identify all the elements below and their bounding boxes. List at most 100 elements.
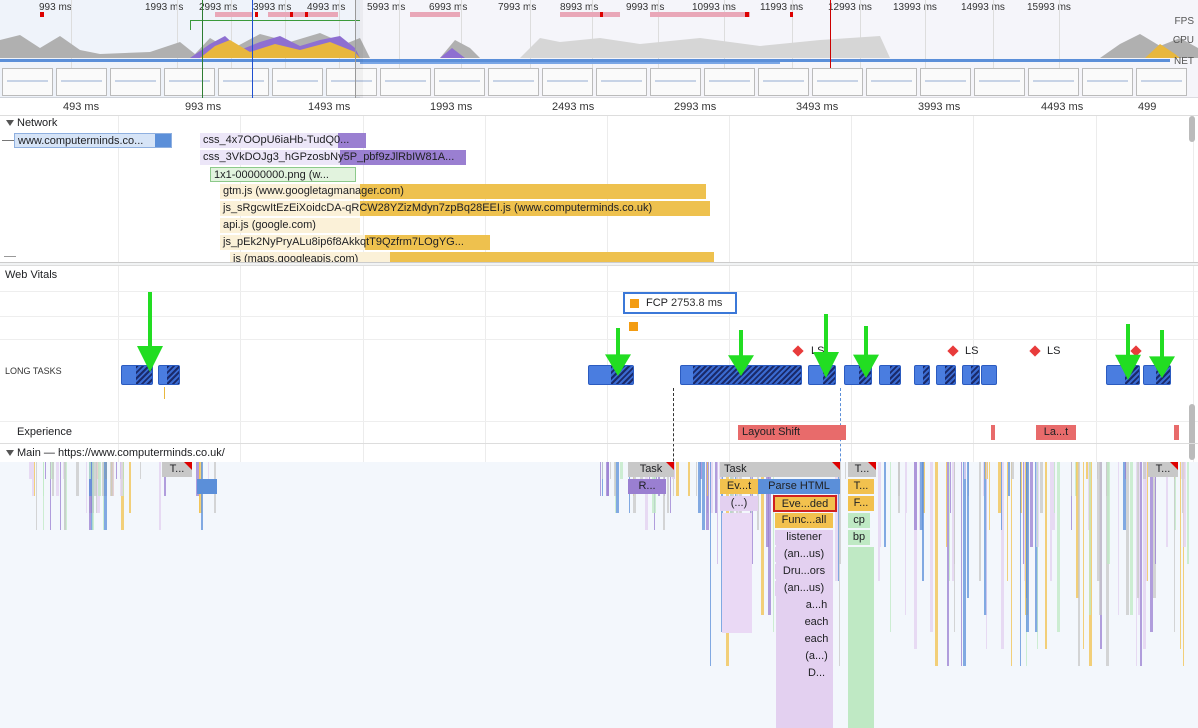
flame-sliver [675,462,679,496]
flame-an-us-2[interactable]: (an...us) [775,581,833,596]
filmstrip-frame[interactable] [650,68,701,96]
flame-func-all[interactable]: Func...all [775,513,833,528]
flame-cp[interactable]: cp [848,513,870,528]
ls-marker[interactable] [792,345,804,357]
flame-anon[interactable]: (...) [720,496,758,511]
flame-f[interactable]: F... [848,496,874,511]
network-scrollbar[interactable] [1189,116,1195,142]
filmstrip-frame[interactable] [218,68,269,96]
long-task-bar[interactable] [879,365,901,385]
frame-preview-line [601,80,642,82]
flame-sliver [34,462,36,496]
request-css-2[interactable]: css_3VkDOJg3_hGPzosbNy5P_pbf9zJlRbIW81A.… [200,150,466,165]
flame-each[interactable]: each [800,615,833,630]
flame-sliver [1044,462,1047,649]
flame-bp[interactable]: bp [848,530,870,545]
layout-shift-bar-small[interactable] [991,425,995,440]
flame-sliver [63,462,66,530]
long-task-bar[interactable] [962,365,980,385]
filmstrip-frame[interactable] [2,68,53,96]
flame-ev-t[interactable]: Ev...t [720,479,758,494]
filmstrip-frame[interactable] [272,68,323,96]
flame-parse-html[interactable]: Parse HTML [758,479,840,494]
main-expand-icon[interactable] [6,450,14,456]
flame-sliver [1053,462,1055,513]
overview-window-right[interactable] [252,0,253,98]
flame-sliver [982,462,984,496]
request-api[interactable]: api.js (google.com) [220,218,360,233]
filmstrip-frame[interactable] [596,68,647,96]
filmstrip-frame[interactable] [866,68,917,96]
flame-loading[interactable] [197,479,217,494]
network-expand-icon[interactable] [6,120,14,126]
flame-dru-ors[interactable]: Dru...ors [775,564,833,579]
frame-preview-line [439,80,480,82]
ruler-tick: 3493 ms [796,101,839,113]
long-task-bar[interactable] [936,365,956,385]
tracks-scrollbar[interactable] [1189,404,1195,460]
flame-a-h[interactable]: a...h [800,598,833,613]
flame-an-us[interactable]: (an...us) [775,547,833,562]
flame-sliver [898,462,901,513]
flame-task-main[interactable]: Task [720,462,840,477]
filmstrip-frame[interactable] [704,68,755,96]
flame-each[interactable]: each [800,632,833,647]
layout-shift-bar-2[interactable]: La...t [1036,425,1076,440]
ruler-tick: 3993 ms [918,101,961,113]
long-task-bar[interactable] [981,365,997,385]
filmstrip-frame[interactable] [380,68,431,96]
request-maps[interactable]: js (maps.googleapis.com) [230,252,714,262]
request-gtm[interactable]: gtm.js (www.googletagmanager.com) [220,184,706,199]
flame-d[interactable]: D... [800,666,833,681]
filmstrip-frame[interactable] [542,68,593,96]
layout-shift-bar[interactable]: Layout Shift [738,425,846,440]
fcp-marker-icon [630,299,639,308]
ls-marker[interactable] [1029,345,1041,357]
long-task-bar[interactable] [914,365,930,385]
frame-preview-line [331,80,372,82]
request-document[interactable]: www.computerminds.co... [14,133,172,148]
main-thread-title[interactable]: Main — https://www.computerminds.co.uk/ [17,447,225,459]
request-js-1[interactable]: js_sRgcwItEzEiXoidcDA-qRCW28YZizMdyn7zpB… [220,201,710,216]
flame-sliver [59,462,61,530]
filmstrip-frame[interactable] [488,68,539,96]
fcp-tooltip[interactable]: FCP 2753.8 ms [623,292,737,314]
filmstrip-frame[interactable] [1028,68,1079,96]
filmstrip-frame[interactable] [1082,68,1133,96]
flame-sliver [1029,462,1033,547]
filmstrip-frame[interactable] [164,68,215,96]
flame-sliver [85,462,87,513]
frame-preview-line [385,80,426,82]
filmstrip-frame[interactable] [974,68,1025,96]
request-css-1[interactable]: css_4x7OOpU6iaHb-TudQ0... [200,133,366,148]
filmstrip-frame[interactable] [1136,68,1187,96]
flame-a[interactable]: (a...) [800,649,833,664]
flame-r[interactable]: R... [628,479,666,494]
flame-listener[interactable]: listener [775,530,833,545]
flame-sliver [201,462,204,530]
network-title[interactable]: Network [17,117,57,129]
net-label: NET [1174,56,1194,67]
overview-handle-left[interactable] [355,0,363,98]
layout-shift-bar-3[interactable] [1174,425,1179,440]
filmstrip-frame[interactable] [110,68,161,96]
filmstrip-frame[interactable] [434,68,485,96]
long-task-overflow [971,366,979,384]
overview-window-left[interactable] [202,0,203,98]
flame-eve-ded[interactable]: Eve...ded [773,495,837,512]
filmstrip-frame[interactable] [758,68,809,96]
layout-shift-label: Layout Shift [742,426,801,438]
request-png[interactable]: 1x1-00000000.png (w... [210,167,356,182]
flame-sliver [953,462,955,632]
timeline-ruler[interactable]: 493 ms 993 ms 1493 ms 1993 ms 2493 ms 2993 ms… [0,98,1198,116]
filmstrip-frame[interactable] [920,68,971,96]
ls-marker[interactable] [947,345,959,357]
frame-preview-line [547,80,588,82]
filmstrip-frame[interactable] [812,68,863,96]
filmstrip-frame[interactable] [56,68,107,96]
flame-t[interactable]: T... [848,479,874,494]
flame-sliver [28,462,32,479]
overview-pane[interactable]: 993 ms 1993 ms 2993 ms 3993 ms 4993 ms 5993 m… [0,0,1198,98]
filmstrip-frame[interactable] [326,68,377,96]
request-js-2[interactable]: js_pEk2NyPryALu8ip6f8AkkqtT9Qzfrm7LOgYG.… [220,235,490,250]
